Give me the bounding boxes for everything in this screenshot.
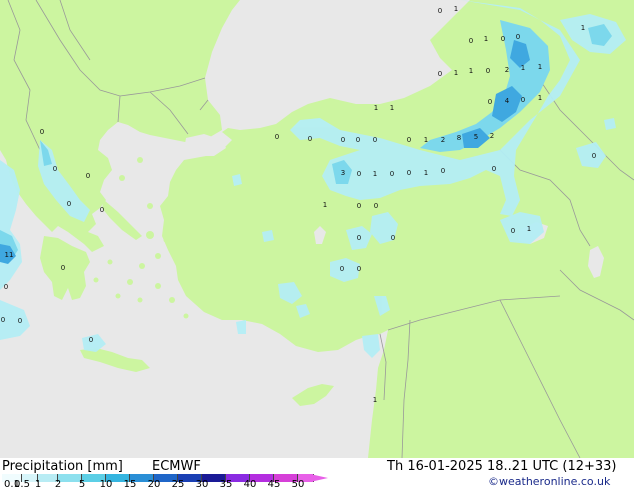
precip-value-label: 0 bbox=[438, 70, 442, 78]
precip-value-label: 0 bbox=[308, 135, 312, 143]
precip-value-label: 0 bbox=[61, 264, 65, 272]
map-title: Precipitation [mm] bbox=[2, 459, 123, 474]
precip-value-label: 1 bbox=[538, 94, 542, 102]
precip-value-label: 1 bbox=[538, 63, 542, 71]
precip-value-label: 1 bbox=[373, 170, 377, 178]
precip-value-label: 0 bbox=[391, 234, 395, 242]
precip-value-label: 0 bbox=[592, 152, 596, 160]
precip-value-label: 0 bbox=[492, 165, 496, 173]
precip-value-label: 1 bbox=[527, 225, 531, 233]
precip-value-label: 1 bbox=[424, 169, 428, 177]
precip-value-label: 0 bbox=[89, 336, 93, 344]
precip-value-label: 0 bbox=[53, 165, 57, 173]
legend-tick-label: 1 bbox=[34, 479, 42, 490]
precip-value-label: 0 bbox=[357, 265, 361, 273]
precip-value-label: 0 bbox=[511, 227, 515, 235]
legend-tick-label: 15 bbox=[123, 479, 137, 490]
precip-value-label: 2 bbox=[490, 132, 494, 140]
precip-value-label: 1 bbox=[454, 69, 458, 77]
legend-tick-label: 2 bbox=[54, 479, 62, 490]
precip-value-label: 0 bbox=[86, 172, 90, 180]
precip-value-label: 1 bbox=[424, 136, 428, 144]
precip-value-label: 4 bbox=[505, 97, 510, 105]
precip-value-label: 5 bbox=[474, 133, 478, 141]
precip-value-label: 1 bbox=[373, 396, 377, 404]
legend-tick-label: 10 bbox=[99, 479, 113, 490]
precip-value-label: 0 bbox=[18, 317, 22, 325]
precip-value-label: 2 bbox=[441, 136, 445, 144]
legend-tick-label: 35 bbox=[219, 479, 233, 490]
precipitation-map: 0 10 1 0 010 1 1 0 2 1 10 4 0 11 100 0 0 0 0 0 1 2 8 5 2000 3 0 1 0 0… bbox=[0, 0, 634, 458]
legend-tick-label: 45 bbox=[267, 479, 281, 490]
precip-value-label: 0 bbox=[67, 200, 71, 208]
credit-link[interactable]: ©weatheronline.co.uk bbox=[488, 475, 610, 488]
precip-value-label: 0 bbox=[357, 170, 361, 178]
precip-value-label: 2 bbox=[505, 66, 509, 74]
precip-value-label: 0 bbox=[357, 202, 361, 210]
precip-value-label: 0 bbox=[407, 169, 411, 177]
precip-value-label: 0 bbox=[356, 136, 360, 144]
precip-value-label: 0 bbox=[340, 265, 344, 273]
precip-value-label: 0 bbox=[40, 128, 44, 136]
legend-tick-label: 50 bbox=[291, 479, 305, 490]
precip-value-label: 1 bbox=[374, 104, 378, 112]
precip-value-label: 8 bbox=[457, 134, 461, 142]
precip-value-label: 0 bbox=[488, 98, 492, 106]
precip-value-label: 1 bbox=[469, 67, 473, 75]
legend-labels: 0.1 0.5 1 2 5 10 15 20 25 30 35 40 45 50 bbox=[0, 479, 330, 491]
precip-value-label: 1 bbox=[323, 201, 327, 209]
precip-value-label: 0 bbox=[469, 37, 473, 45]
precip-value-label: 0 bbox=[100, 206, 104, 214]
precip-value-label: 0 bbox=[441, 167, 445, 175]
precip-value-label: 1 bbox=[390, 104, 394, 112]
precip-value-label: 0 bbox=[486, 67, 490, 75]
legend-tick-label: 30 bbox=[195, 479, 209, 490]
precip-value-label: 0 bbox=[501, 35, 505, 43]
precip-value-label: 0 bbox=[4, 283, 8, 291]
precip-value-label: 0 bbox=[373, 136, 377, 144]
precip-value-label: 0 bbox=[521, 96, 525, 104]
valid-time: Th 16-01-2025 18..21 UTC (12+33) bbox=[387, 459, 617, 474]
legend-tick-label: 0.5 bbox=[14, 479, 30, 490]
precip-value-label: 0 bbox=[516, 33, 520, 41]
precip-value-label: 0 bbox=[1, 316, 5, 324]
legend-tick-label: 20 bbox=[147, 479, 161, 490]
precip-value-label: 0 bbox=[374, 202, 378, 210]
legend-tick-label: 25 bbox=[171, 479, 185, 490]
precip-value-label: 1 bbox=[454, 5, 458, 13]
model-name: ECMWF bbox=[152, 459, 201, 474]
precip-value-label: 0 bbox=[341, 136, 345, 144]
precip-value-label: 0 bbox=[407, 136, 411, 144]
precip-value-label: 1 bbox=[521, 64, 525, 72]
precip-value-label: 11 bbox=[5, 251, 14, 259]
precip-value-label: 0 bbox=[357, 234, 361, 242]
precip-value-label: 0 bbox=[438, 7, 442, 15]
precip-value-label: 0 bbox=[390, 170, 394, 178]
precip-value-label: 1 bbox=[484, 35, 488, 43]
legend-tick-label: 5 bbox=[78, 479, 86, 490]
precip-value-label: 0 bbox=[275, 133, 279, 141]
precip-value-label: 1 bbox=[581, 24, 585, 32]
precip-value-label: 3 bbox=[341, 169, 345, 177]
legend-tick-label: 40 bbox=[243, 479, 257, 490]
